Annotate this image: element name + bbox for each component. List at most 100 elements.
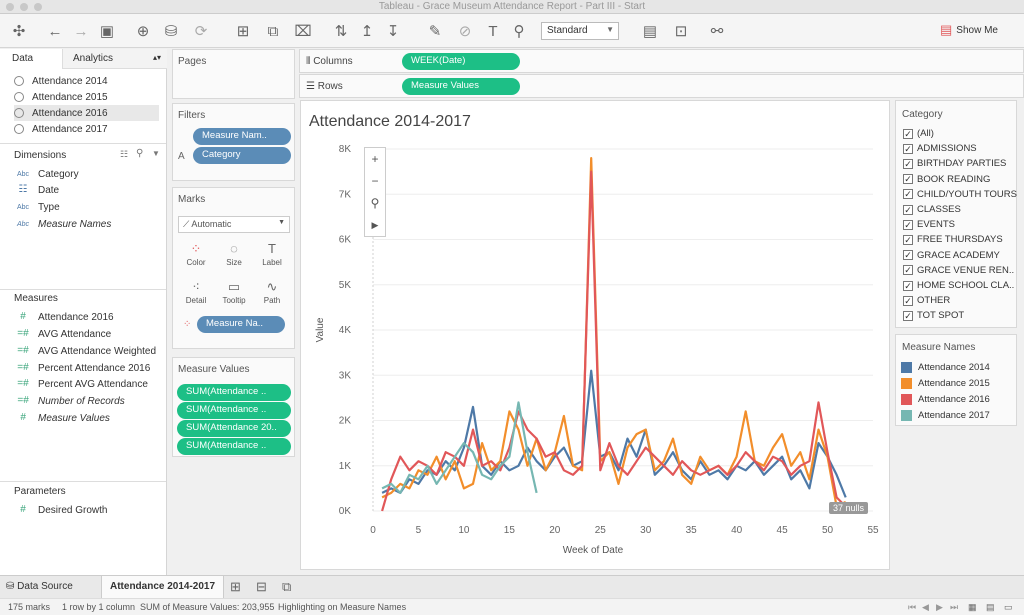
tableau-logo-icon[interactable]: ✣	[8, 20, 30, 42]
view-options-icon[interactable]: ☷	[120, 149, 128, 160]
filter-pill-category[interactable]: Category	[193, 147, 291, 164]
pause-updates-icon[interactable]: ⛁	[158, 20, 184, 42]
checkbox-checked-icon[interactable]: ✓	[903, 234, 913, 245]
fix-axes-icon[interactable]: ⚲	[508, 20, 530, 42]
checkbox-checked-icon[interactable]: ✓	[903, 143, 913, 154]
new-worksheet-icon[interactable]: ⊞	[230, 20, 256, 42]
dimension-field[interactable]: Abc Measure Names	[16, 216, 111, 232]
highlight-icon[interactable]: ✎	[422, 20, 448, 42]
rows-shelf[interactable]: ☰ Rows Measure Values	[299, 74, 1024, 98]
tabs-icon[interactable]: ▭	[1004, 602, 1013, 613]
checkbox-checked-icon[interactable]: ✓	[903, 204, 913, 215]
category-filter-item[interactable]: ✓ EVENTS	[903, 217, 1021, 232]
path-button[interactable]: ∿ Path	[254, 278, 290, 311]
category-filter-item[interactable]: ✓ BIRTHDAY PARTIES	[903, 156, 1021, 171]
marks-card[interactable]: Marks ⟋ Automatic ▼ ⁘ Color ◌ Size T Label …	[172, 187, 295, 349]
tab-data[interactable]: Data	[0, 49, 62, 69]
checkbox-checked-icon[interactable]: ✓	[903, 189, 913, 200]
presentation-mode-icon[interactable]: ⊡	[670, 20, 692, 42]
new-dashboard-icon[interactable]: ⊟	[256, 579, 267, 595]
show-labels-icon[interactable]: T	[482, 20, 504, 42]
dimension-field[interactable]: ☷ Date	[16, 182, 60, 198]
new-worksheet-icon[interactable]: ⊞	[230, 579, 241, 595]
checkbox-checked-icon[interactable]: ✓	[903, 280, 913, 291]
category-filter-item[interactable]: ✓ CLASSES	[903, 202, 1021, 217]
line-chart[interactable]: 0K 1K 2K 3K 4K 5K 6K 7K 8K 0 5 10 15 20 25 30 35 40 45 50 5…	[301, 101, 889, 569]
dimension-field[interactable]: Abc Category	[16, 166, 79, 182]
checkbox-checked-icon[interactable]: ✓	[903, 250, 913, 261]
checkbox-checked-icon[interactable]: ✓	[903, 158, 913, 169]
chevron-down-icon[interactable]: ▼	[152, 149, 160, 158]
category-filter-item[interactable]: ✓ (All)	[903, 126, 1021, 141]
tab-sheet[interactable]: Attendance 2014-2017	[101, 576, 225, 598]
sort-descending-icon[interactable]: ↧	[382, 20, 404, 42]
columns-pill[interactable]: WEEK(Date)	[402, 53, 520, 70]
dimension-field[interactable]: Abc Type	[16, 199, 60, 215]
pages-card[interactable]: Pages	[172, 49, 295, 99]
legend-item[interactable]: Attendance 2015	[901, 375, 990, 391]
legend-item[interactable]: Attendance 2014	[901, 359, 990, 375]
checkbox-checked-icon[interactable]: ✓	[903, 174, 913, 185]
tooltip-button[interactable]: ▭ Tooltip	[216, 278, 252, 311]
show-cards-icon[interactable]: ▤	[638, 20, 662, 42]
measure-field[interactable]: =# AVG Attendance	[16, 326, 111, 342]
zoom-in-icon[interactable]: +	[365, 148, 385, 170]
measure-field[interactable]: =# AVG Attendance Weighted	[16, 343, 156, 359]
new-story-icon[interactable]: ⧉	[282, 579, 291, 595]
share-icon[interactable]: ⚯	[706, 20, 728, 42]
legend-item[interactable]: Attendance 2016	[901, 391, 990, 407]
datasource-item[interactable]: Attendance 2015	[14, 89, 159, 105]
size-button[interactable]: ◌ Size	[216, 240, 252, 273]
swap-rows-columns-icon[interactable]: ⇅	[330, 20, 352, 42]
filters-card[interactable]: Filters Measure Nam.. A Category	[172, 103, 295, 181]
color-button[interactable]: ⁘ Color	[178, 240, 214, 273]
show-me-button[interactable]: ▤ Show Me	[940, 22, 998, 38]
checkbox-checked-icon[interactable]: ✓	[903, 295, 913, 306]
marks-pill-measure-names[interactable]: Measure Na..	[197, 316, 285, 333]
columns-shelf[interactable]: ⦀ Columns WEEK(Date)	[299, 49, 1024, 73]
sort-ascending-icon[interactable]: ↥	[356, 20, 378, 42]
duplicate-sheet-icon[interactable]: ⧉	[262, 20, 284, 42]
view-size-select[interactable]: Standard ▼	[541, 22, 619, 40]
category-filter-item[interactable]: ✓ GRACE ACADEMY	[903, 248, 1021, 263]
category-filter-item[interactable]: ✓ CHILD/YOUTH TOURS	[903, 187, 1021, 202]
filmstrip-icon[interactable]: ▤	[986, 602, 995, 613]
refresh-icon[interactable]: ⟳	[188, 20, 214, 42]
measure-value-pill[interactable]: SUM(Attendance 20..	[177, 420, 291, 437]
new-datasource-icon[interactable]: ⊕	[132, 20, 154, 42]
category-filter-item[interactable]: ✓ BOOK READING	[903, 172, 1021, 187]
checkbox-checked-icon[interactable]: ✓	[903, 310, 913, 321]
series-line-attendance-2014[interactable]	[381, 369, 847, 498]
pin-icon[interactable]: ⚲	[365, 192, 385, 214]
category-filter-item[interactable]: ✓ FREE THURSDAYS	[903, 232, 1021, 247]
filter-pill-measure-names[interactable]: Measure Nam..	[193, 128, 291, 145]
undo-icon[interactable]: ←	[44, 20, 66, 42]
redo-icon[interactable]: →	[70, 20, 92, 42]
first-page-icon[interactable]: ⏮	[908, 602, 916, 613]
checkbox-checked-icon[interactable]: ✓	[903, 219, 913, 230]
measure-field[interactable]: =# Percent AVG Attendance	[16, 376, 148, 392]
category-filter-item[interactable]: ✓ HOME SCHOOL CLA..	[903, 278, 1021, 293]
nulls-indicator[interactable]: 37 nulls	[829, 502, 869, 514]
zoom-out-icon[interactable]: −	[365, 170, 385, 192]
next-page-icon[interactable]: ▶	[936, 602, 943, 613]
search-icon[interactable]: ⚲	[136, 148, 143, 159]
prev-page-icon[interactable]: ◀	[922, 602, 929, 613]
last-page-icon[interactable]: ⏭	[950, 602, 958, 613]
measure-value-pill[interactable]: SUM(Attendance ..	[177, 384, 291, 401]
measure-field[interactable]: # Measure Values	[16, 410, 110, 426]
tab-analytics[interactable]: Analytics ▴▾	[62, 49, 167, 69]
group-members-icon[interactable]: ⊘	[452, 20, 478, 42]
sheet-sorter-icon[interactable]: ▦	[968, 602, 977, 613]
expand-toolbar-icon[interactable]: ▶	[365, 214, 385, 236]
category-filter-item[interactable]: ✓ OTHER	[903, 293, 1021, 308]
datasource-item[interactable]: Attendance 2017	[14, 121, 159, 137]
mark-type-select[interactable]: ⟋ Automatic ▼	[178, 216, 290, 233]
save-icon[interactable]: ▣	[96, 20, 118, 42]
measure-values-card[interactable]: Measure Values SUM(Attendance .. SUM(Att…	[172, 357, 295, 457]
checkbox-checked-icon[interactable]: ✓	[903, 265, 913, 276]
datasource-item[interactable]: Attendance 2016	[14, 105, 159, 121]
clear-sheet-icon[interactable]: ⌧	[290, 20, 316, 42]
category-filter-item[interactable]: ✓ TOT SPOT	[903, 308, 1021, 323]
datasource-item[interactable]: Attendance 2014	[14, 73, 159, 89]
